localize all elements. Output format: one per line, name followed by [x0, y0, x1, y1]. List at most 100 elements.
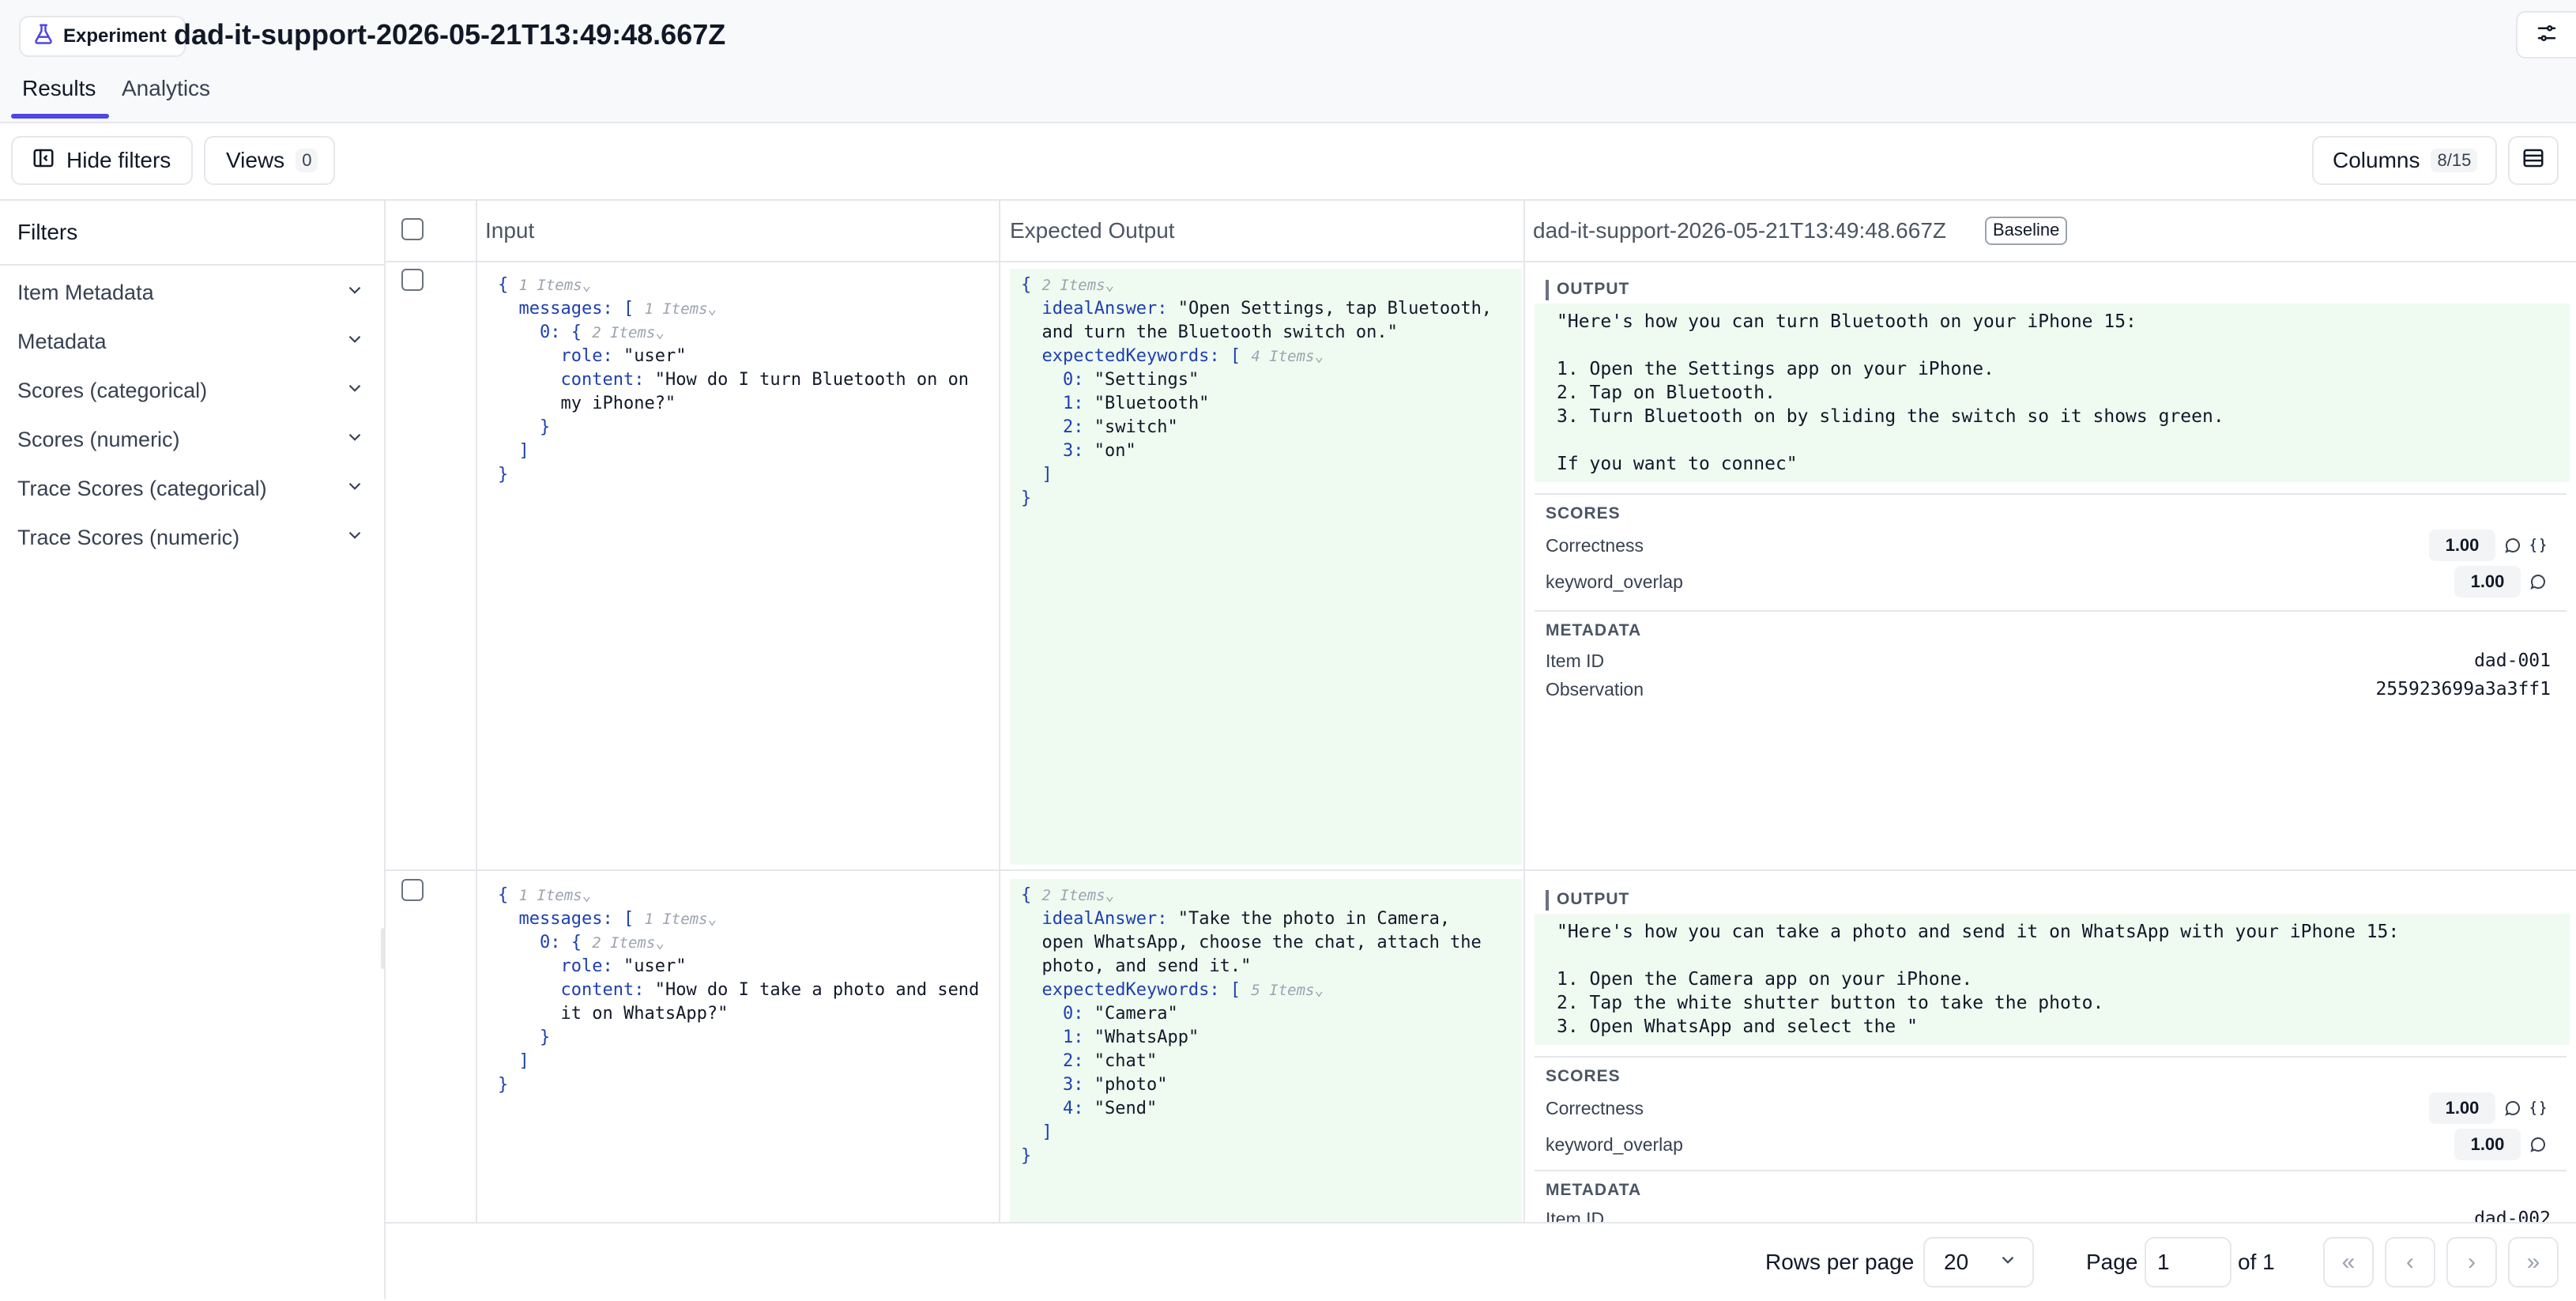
collapse-toggle[interactable]: 1 Items — [644, 300, 707, 318]
filter-scores-numeric[interactable]: Scores (numeric) — [17, 422, 365, 457]
row-height-button[interactable] — [2508, 136, 2559, 185]
collapse-toggle[interactable]: 1 Items — [519, 277, 582, 294]
json-key: idealAnswer: — [1041, 909, 1168, 929]
score-name: Correctness — [1546, 1098, 1644, 1118]
previous-page-button[interactable]: ‹ — [2385, 1237, 2435, 1288]
json-value: "photo" — [1094, 1075, 1168, 1095]
json-key: idealAnswer: — [1041, 299, 1168, 319]
flask-icon — [32, 22, 55, 51]
collapse-toggle[interactable]: 4 Items — [1251, 348, 1314, 365]
comment-icon[interactable] — [2529, 1135, 2548, 1154]
chevron-down-icon — [345, 476, 365, 502]
tab-results[interactable]: Results — [22, 73, 96, 104]
json-key: expectedKeywords: — [1041, 980, 1220, 1000]
item-id-value: dad-001 — [2474, 650, 2551, 671]
input-json: { 1 Items⌄ messages: [ 1 Items⌄ 0: { 2 I… — [498, 885, 980, 1095]
observation-link[interactable]: 255923699a3a3ff1 — [2314, 677, 2551, 702]
comment-icon[interactable] — [2503, 536, 2522, 555]
output-accent-bar — [1546, 280, 1549, 300]
panel-left-icon — [32, 146, 55, 175]
hide-filters-button[interactable]: Hide filters — [11, 136, 193, 185]
column-header-run[interactable]: dad-it-support-2026-05-21T13:49:48.667Z — [1533, 215, 1946, 247]
filter-metadata[interactable]: Metadata — [17, 324, 365, 359]
select-all-checkbox[interactable] — [401, 218, 424, 240]
collapse-toggle[interactable]: 2 Items — [1042, 277, 1105, 294]
collapse-toggle[interactable]: 2 Items — [592, 324, 655, 341]
columns-label: Columns — [2333, 148, 2420, 172]
page-number-input[interactable] — [2145, 1237, 2231, 1288]
views-button[interactable]: Views 0 — [204, 136, 335, 185]
first-page-button[interactable]: « — [2323, 1237, 2374, 1288]
filters-sidebar: Filters Item Metadata Metadata Scores (c… — [0, 201, 386, 1299]
chevron-down-icon — [345, 427, 365, 453]
json-key: messages: — [518, 909, 613, 929]
comment-icon[interactable] — [2529, 572, 2548, 591]
rows-per-page-value: 20 — [1944, 1250, 1969, 1274]
score-value[interactable]: 1.00 — [2454, 1129, 2521, 1160]
metadata-label: METADATA — [1546, 1181, 1642, 1199]
score-value[interactable]: 1.00 — [2429, 530, 2495, 561]
section-divider — [1535, 1056, 2567, 1058]
filter-item-metadata[interactable]: Item Metadata — [17, 275, 365, 310]
active-tab-indicator — [11, 114, 109, 119]
columns-button[interactable]: Columns 8/15 — [2312, 136, 2497, 185]
score-value[interactable]: 1.00 — [2429, 1092, 2495, 1124]
filter-label: Trace Scores (numeric) — [17, 525, 240, 549]
row-checkbox[interactable] — [401, 269, 424, 291]
score-value[interactable]: 1.00 — [2454, 566, 2521, 598]
json-value: "switch" — [1094, 417, 1178, 437]
chevron-down-icon — [345, 280, 365, 306]
filter-scores-categorical[interactable]: Scores (categorical) — [17, 373, 365, 408]
next-page-button[interactable]: › — [2446, 1237, 2497, 1288]
column-divider — [1523, 201, 1525, 1222]
json-value: "How do I take a photo and send — [654, 980, 980, 1000]
baseline-badge: Baseline — [1985, 217, 2068, 245]
tab-analytics[interactable]: Analytics — [122, 73, 210, 104]
comment-icon[interactable] — [2503, 1099, 2522, 1118]
section-divider — [1535, 610, 2567, 612]
filter-trace-scores-categorical[interactable]: Trace Scores (categorical) — [17, 471, 365, 506]
results-table: Input Expected Output dad-it-support-202… — [386, 201, 2576, 1222]
filter-trace-scores-numeric[interactable]: Trace Scores (numeric) — [17, 520, 365, 555]
column-divider — [999, 201, 1000, 1222]
column-header-expected-output[interactable]: Expected Output — [1010, 215, 1175, 247]
settings-toggle-button[interactable] — [2516, 11, 2576, 58]
row-divider — [386, 869, 2576, 871]
collapse-toggle[interactable]: 2 Items — [1042, 887, 1105, 904]
rows-per-page-select[interactable]: 20 — [1923, 1237, 2034, 1288]
json-value: "How do I turn Bluetooth on on — [654, 370, 970, 390]
chevron-down-icon — [345, 525, 365, 551]
page-title: dad-it-support-2026-05-21T13:49:48.667Z — [174, 18, 726, 51]
expected-json: { 2 Items⌄ idealAnswer: "Open Settings, … — [1021, 275, 1493, 508]
toolbar: Hide filters Views 0 Columns 8/15 — [0, 123, 2576, 201]
json-braces-icon[interactable] — [2529, 1099, 2548, 1118]
section-divider — [1535, 493, 2567, 495]
collapse-toggle[interactable]: 1 Items — [519, 887, 582, 904]
hide-filters-label: Hide filters — [66, 148, 171, 172]
column-header-input[interactable]: Input — [485, 215, 534, 247]
json-value: "WhatsApp" — [1094, 1028, 1199, 1047]
collapse-toggle[interactable]: 1 Items — [644, 911, 707, 928]
metadata-label: METADATA — [1546, 621, 1642, 639]
output-label: OUTPUT — [1557, 280, 1630, 298]
experiment-badge: Experiment — [19, 16, 186, 57]
filter-label: Item Metadata — [17, 280, 154, 304]
chevron-left-icon: ‹ — [2406, 1249, 2414, 1275]
output-label: OUTPUT — [1557, 890, 1630, 908]
json-braces-icon[interactable] — [2529, 536, 2548, 555]
json-value: and turn the Bluetooth switch on." — [1041, 322, 1398, 342]
chevrons-left-icon: « — [2341, 1249, 2356, 1275]
pagination-bar: Rows per page 20 Page of 1 « ‹ › » — [386, 1222, 2576, 1301]
observation-label: Observation — [1546, 679, 1644, 700]
chevron-right-icon: › — [2468, 1249, 2476, 1275]
chevrons-right-icon: » — [2526, 1249, 2540, 1275]
last-page-button[interactable]: » — [2508, 1237, 2559, 1288]
collapse-toggle[interactable]: 2 Items — [592, 934, 655, 952]
json-value: "Settings" — [1094, 370, 1199, 390]
collapse-toggle[interactable]: 5 Items — [1251, 982, 1314, 999]
column-divider — [476, 201, 477, 1222]
item-id-value: dad-002 — [2474, 1209, 2551, 1222]
page-count-label: of 1 — [2238, 1250, 2275, 1274]
row-checkbox[interactable] — [401, 879, 424, 901]
expected-json: { 2 Items⌄ idealAnswer: "Take the photo … — [1021, 885, 1482, 1166]
